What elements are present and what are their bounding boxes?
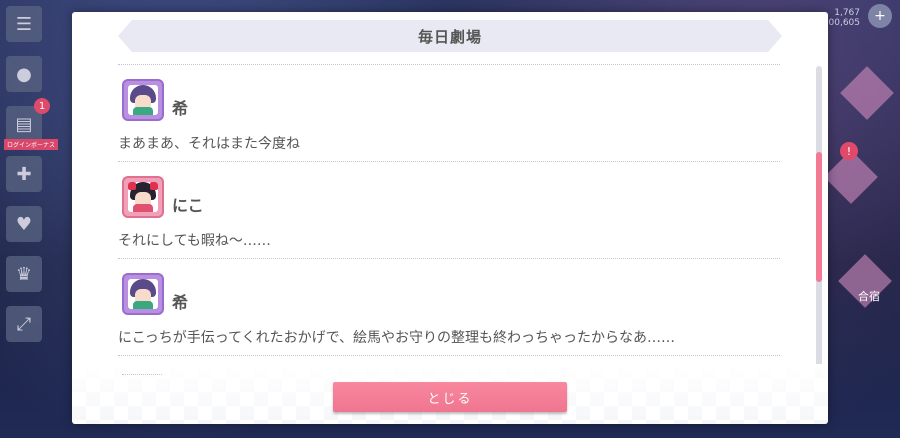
currency-line-1: 1,767 <box>834 8 860 18</box>
nozomi-avatar <box>122 79 164 121</box>
dialogue-entry: 希 にこっちが手伝ってくれたおかげで、絵馬やお守りの整理も終わっちゃったからなあ… <box>118 259 780 355</box>
dialogue-log[interactable]: 希 まあまあ、それはまた今度ね にこ それにしても暇ね〜…… 希 にこっちが手伝… <box>118 64 780 360</box>
next-entry-peek <box>122 374 162 381</box>
right-tile-1[interactable] <box>840 66 894 120</box>
present-button[interactable]: ▤ 1 ログインボーナス <box>4 98 59 150</box>
speaker-name: にこ <box>172 196 204 215</box>
dialogue-text: まあまあ、それはまた今度ね <box>118 136 300 152</box>
expand-icon: ⤢ <box>16 313 32 335</box>
currency-line-2: 000,605 <box>822 18 860 28</box>
speaker-name: 希 <box>172 99 189 118</box>
right-alert-badge: ! <box>840 142 858 160</box>
nozomi-avatar <box>122 273 164 315</box>
fullscreen-button[interactable]: ⤢ <box>6 306 42 342</box>
dialogue-text: それにしても暇ね〜…… <box>118 233 271 249</box>
side-menu: ☰ ● ▤ 1 ログインボーナス ✚ ♥ ♛ ⤢ <box>4 6 59 356</box>
dialogue-entry: にこ それにしても暇ね〜…… <box>118 162 780 258</box>
login-bonus-tag: ログインボーナス <box>4 139 59 150</box>
chat-icon: ● <box>16 63 32 85</box>
daily-theater-dialog: 毎日劇場 希 まあまあ、それはまた今度ね にこ それにしても暇ね〜…… 希 にこ… <box>72 12 828 424</box>
currency-display: 1,767 000,605 <box>823 8 860 28</box>
scrollbar[interactable] <box>816 66 822 378</box>
gift-button[interactable]: ✚ <box>6 156 42 192</box>
trophy-icon: ♛ <box>15 263 33 285</box>
gift-icon: ✚ <box>16 163 32 185</box>
dialog-header: 毎日劇場 <box>118 20 782 52</box>
divider <box>118 355 780 356</box>
add-currency-button[interactable]: + <box>868 4 892 28</box>
notification-badge: 1 <box>34 98 50 114</box>
dialogue-entry: 希 まあまあ、それはまた今度ね <box>118 65 780 161</box>
dialog-title: 毎日劇場 <box>417 27 482 46</box>
close-button[interactable]: とじる <box>333 382 567 412</box>
speaker-name: 希 <box>172 293 189 312</box>
training-camp-label: 合宿 <box>858 290 880 303</box>
achievement-button[interactable]: ♛ <box>6 256 42 292</box>
scrollbar-thumb[interactable] <box>816 152 822 282</box>
heart-icon: ♥ <box>15 213 33 235</box>
nico-avatar <box>122 176 164 218</box>
menu-button[interactable]: ☰ <box>6 6 42 42</box>
dialogue-text: にこっちが手伝ってくれたおかげで、絵馬やお守りの整理も終わっちゃったからなあ…… <box>118 330 676 346</box>
menu-icon: ☰ <box>15 13 33 35</box>
favorite-button[interactable]: ♥ <box>6 206 42 242</box>
chat-button[interactable]: ● <box>6 56 42 92</box>
